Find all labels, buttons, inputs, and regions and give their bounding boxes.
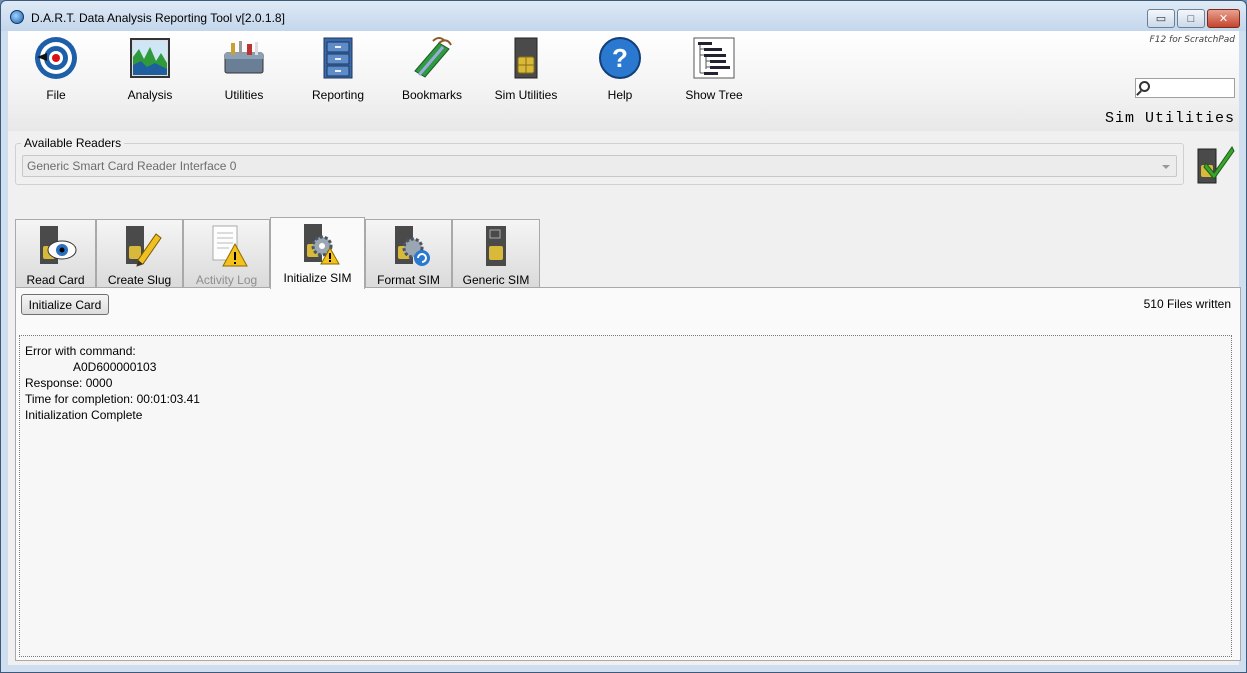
tab-read-card-label: Read Card	[26, 273, 85, 287]
help-icon: ?	[599, 37, 641, 79]
tree-icon	[693, 37, 735, 79]
tab-create-slug[interactable]: Create Slug	[96, 219, 183, 288]
ribbon-utilities-button[interactable]: Utilities	[197, 35, 291, 102]
ribbon-file-button[interactable]: File	[9, 35, 103, 102]
tab-generic-sim-label: Generic SIM	[462, 273, 530, 287]
reader-select-value: Generic Smart Card Reader Interface 0	[27, 159, 237, 173]
ribbon-toolbar: File Analysis Utilities Reporting Bookma…	[8, 31, 1239, 131]
close-button[interactable]: ✕	[1207, 9, 1240, 28]
title-bar[interactable]: D.A.R.T. Data Analysis Reporting Tool v[…	[1, 1, 1246, 31]
ribbon-help-label: Help	[607, 88, 633, 102]
available-readers-legend: Available Readers	[21, 136, 125, 150]
app-logo-icon[interactable]	[10, 10, 24, 24]
app-window: D.A.R.T. Data Analysis Reporting Tool v[…	[0, 0, 1247, 673]
search-box[interactable]	[1135, 78, 1235, 98]
log-line: Initialization Complete	[25, 408, 143, 422]
chevron-down-icon	[1162, 165, 1170, 169]
window-controls: ▭ □ ✕	[1147, 9, 1240, 28]
tab-format-sim-label: Format SIM	[377, 273, 440, 287]
sim-card-icon	[514, 37, 538, 79]
tab-initialize-sim-label: Initialize SIM	[283, 271, 352, 285]
ribbon-analysis-label: Analysis	[127, 88, 173, 102]
sim-gear-refresh-icon	[394, 226, 430, 266]
maximize-button[interactable]: □	[1177, 9, 1205, 28]
file-cabinet-icon	[323, 37, 353, 79]
ribbon-show-tree-button[interactable]: Show Tree	[667, 35, 761, 102]
reader-select[interactable]: Generic Smart Card Reader Interface 0	[22, 155, 1177, 177]
minimize-button[interactable]: ▭	[1147, 9, 1175, 28]
log-line: A0D600000103	[73, 360, 157, 374]
analysis-chart-icon	[130, 38, 170, 78]
ribbon-help-button[interactable]: ? Help	[573, 35, 667, 102]
ribbon-bookmarks-button[interactable]: Bookmarks	[385, 35, 479, 102]
tab-activity-log[interactable]: Activity Log	[183, 219, 270, 288]
confirm-reader-button[interactable]	[1190, 143, 1236, 185]
ribbon-bookmarks-label: Bookmarks	[401, 88, 463, 102]
tab-read-card[interactable]: Read Card	[15, 219, 96, 288]
ribbon-utilities-label: Utilities	[224, 88, 264, 102]
client-area: File Analysis Utilities Reporting Bookma…	[8, 31, 1241, 665]
ribbon-reporting-button[interactable]: Reporting	[291, 35, 385, 102]
search-icon	[1139, 81, 1150, 92]
log-output[interactable]: Error with command: A0D600000103 Respons…	[19, 335, 1232, 657]
log-line: Response: 0000	[25, 376, 113, 390]
search-input[interactable]	[1152, 80, 1232, 96]
initialize-sim-panel: Initialize Card 510 Files written Error …	[15, 287, 1241, 661]
scratchpad-hint: F12 for ScratchPad	[1149, 35, 1235, 45]
ribbon-file-label: File	[46, 88, 66, 102]
toolbox-icon	[224, 41, 264, 74]
sim-card-icon	[486, 226, 506, 266]
initialize-card-button[interactable]: Initialize Card	[21, 294, 109, 315]
section-title: Sim Utilities	[1104, 110, 1235, 127]
tab-format-sim[interactable]: Format SIM	[365, 219, 452, 288]
ribbon-sim-utilities-button[interactable]: Sim Utilities	[479, 35, 573, 102]
tab-initialize-sim[interactable]: Initialize SIM	[270, 217, 365, 289]
bookmarks-icon	[414, 37, 452, 78]
log-warning-icon	[212, 225, 248, 267]
log-line: Time for completion: 00:01:03.41	[25, 392, 200, 406]
sim-pencil-icon	[125, 226, 162, 267]
tab-generic-sim[interactable]: Generic SIM	[452, 219, 540, 288]
ribbon-sim-utilities-label: Sim Utilities	[494, 88, 558, 102]
ribbon-analysis-button[interactable]: Analysis	[103, 35, 197, 102]
window-title: D.A.R.T. Data Analysis Reporting Tool v[…	[31, 11, 285, 25]
log-line: Error with command:	[25, 344, 136, 358]
tab-activity-log-label: Activity Log	[195, 273, 258, 287]
tab-create-slug-label: Create Slug	[107, 273, 172, 287]
sim-eye-icon	[39, 226, 76, 264]
ribbon-reporting-label: Reporting	[311, 88, 365, 102]
svg-text:?: ?	[612, 43, 628, 73]
sim-gear-warning-icon	[303, 224, 340, 265]
available-readers-group: Available Readers Generic Smart Card Rea…	[15, 136, 1184, 185]
ribbon-show-tree-label: Show Tree	[685, 88, 743, 102]
files-written-status: 510 Files written	[1143, 297, 1231, 311]
file-icon	[35, 37, 77, 79]
sim-check-icon	[1197, 146, 1235, 184]
